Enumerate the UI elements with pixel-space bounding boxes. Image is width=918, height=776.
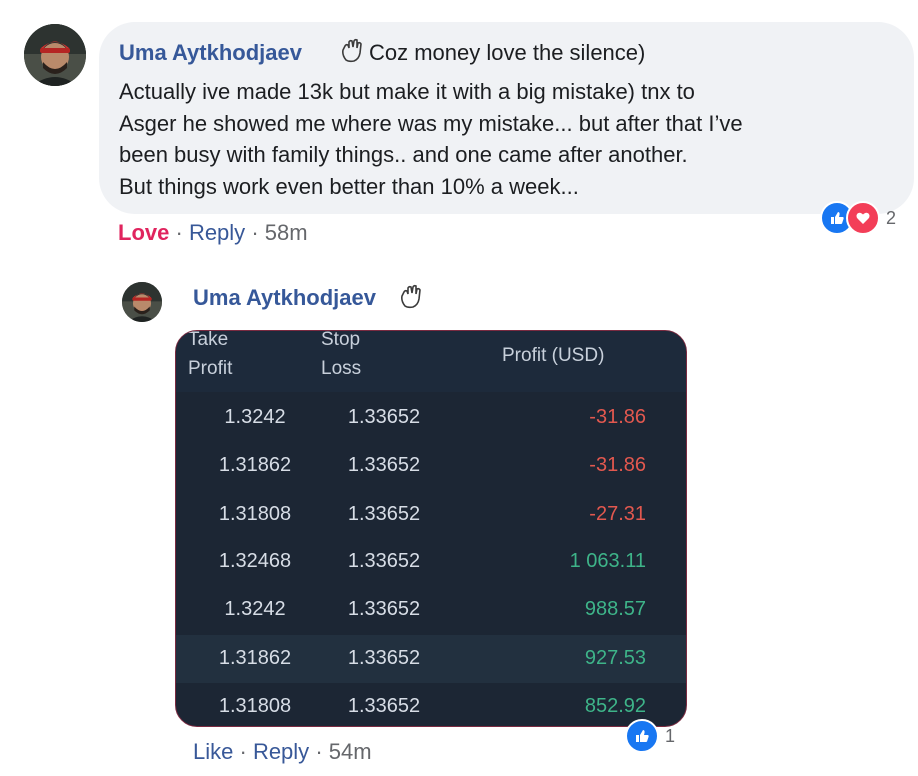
profit-cell: -31.86: [589, 454, 646, 476]
table-header: Take Profit Stop Loss Profit (USD): [176, 331, 686, 392]
comment-actions: Love · Reply · 58m: [118, 220, 308, 246]
table-row: 1.32468 1.33652 1 063.11: [176, 538, 686, 586]
profit-cell: -31.86: [589, 406, 646, 428]
profit-cell: 988.57: [584, 598, 646, 620]
comment-body: Actually ive made 13k but make it with a…: [119, 79, 743, 199]
header-loss: Loss: [321, 358, 362, 379]
separator: ·: [239, 739, 247, 764]
profit-cell: 1 063.11: [569, 550, 646, 572]
reply-avatar[interactable]: [122, 282, 162, 322]
love-icon: [846, 201, 880, 235]
table-row: 1.31862 1.33652 927.53: [176, 635, 686, 683]
separator: ·: [251, 220, 259, 245]
reply-reaction-summary[interactable]: 1: [625, 719, 675, 753]
waving-hand-icon: [398, 284, 424, 315]
take-profit-cell: 1.3242: [224, 598, 286, 620]
reaction-count: 1: [665, 725, 676, 746]
reply-button[interactable]: Reply: [189, 220, 245, 245]
separator: ·: [315, 739, 323, 764]
stop-loss-cell: 1.33652: [347, 550, 421, 572]
like-button[interactable]: Like: [193, 739, 233, 764]
take-profit-cell: 1.31808: [218, 503, 292, 525]
stop-loss-cell: 1.33652: [347, 406, 421, 428]
table-row: 1.31808 1.33652 -27.31: [176, 491, 686, 539]
stop-loss-cell: 1.33652: [347, 695, 421, 717]
header-take: Take: [188, 330, 229, 350]
stop-loss-cell: 1.33652: [347, 598, 421, 620]
avatar[interactable]: [24, 24, 86, 86]
take-profit-cell: 1.31862: [218, 647, 292, 669]
take-profit-cell: 1.32468: [218, 550, 292, 572]
take-profit-cell: 1.3242: [224, 406, 286, 428]
love-button[interactable]: Love: [118, 220, 169, 245]
timestamp[interactable]: 58m: [265, 220, 308, 245]
header-profit-usd: Profit (USD): [502, 345, 605, 366]
like-icon: [625, 719, 659, 753]
reply-actions: Like · Reply · 54m: [193, 739, 372, 765]
stop-loss-cell: 1.33652: [347, 503, 421, 525]
table-row: 1.3242 1.33652 -31.86: [176, 394, 686, 442]
take-profit-cell: 1.31808: [218, 695, 292, 717]
profit-cell: 927.53: [584, 647, 646, 669]
table-row: 1.31808 1.33652 852.92: [176, 683, 686, 726]
reaction-count: 2: [886, 207, 897, 228]
timestamp[interactable]: 54m: [329, 739, 372, 764]
reaction-summary[interactable]: 2: [820, 201, 896, 235]
profit-cell: -27.31: [589, 503, 646, 525]
stop-loss-cell: 1.33652: [347, 647, 421, 669]
table-row: 1.3242 1.33652 988.57: [176, 586, 686, 634]
comment-title: Coz money love the silence): [369, 40, 646, 65]
take-profit-cell: 1.31862: [218, 454, 292, 476]
reply-button[interactable]: Reply: [253, 739, 309, 764]
profit-cell: 852.92: [584, 695, 646, 717]
table-row: 1.31862 1.33652 -31.86: [176, 442, 686, 490]
header-profit-label: Profit: [188, 358, 233, 379]
stop-loss-cell: 1.33652: [347, 454, 421, 476]
separator: ·: [175, 220, 183, 245]
header-stop: Stop: [321, 330, 361, 350]
comment-author[interactable]: Uma Aytkhodjaev: [119, 40, 302, 66]
trade-results-image[interactable]: Take Profit Stop Loss Profit (USD) 1.324…: [175, 330, 687, 727]
reply-author[interactable]: Uma Aytkhodjaev: [193, 285, 376, 311]
comment-bubble: Uma Aytkhodjaev Coz money love the silen…: [99, 22, 914, 214]
waving-hand-icon: [339, 38, 365, 69]
